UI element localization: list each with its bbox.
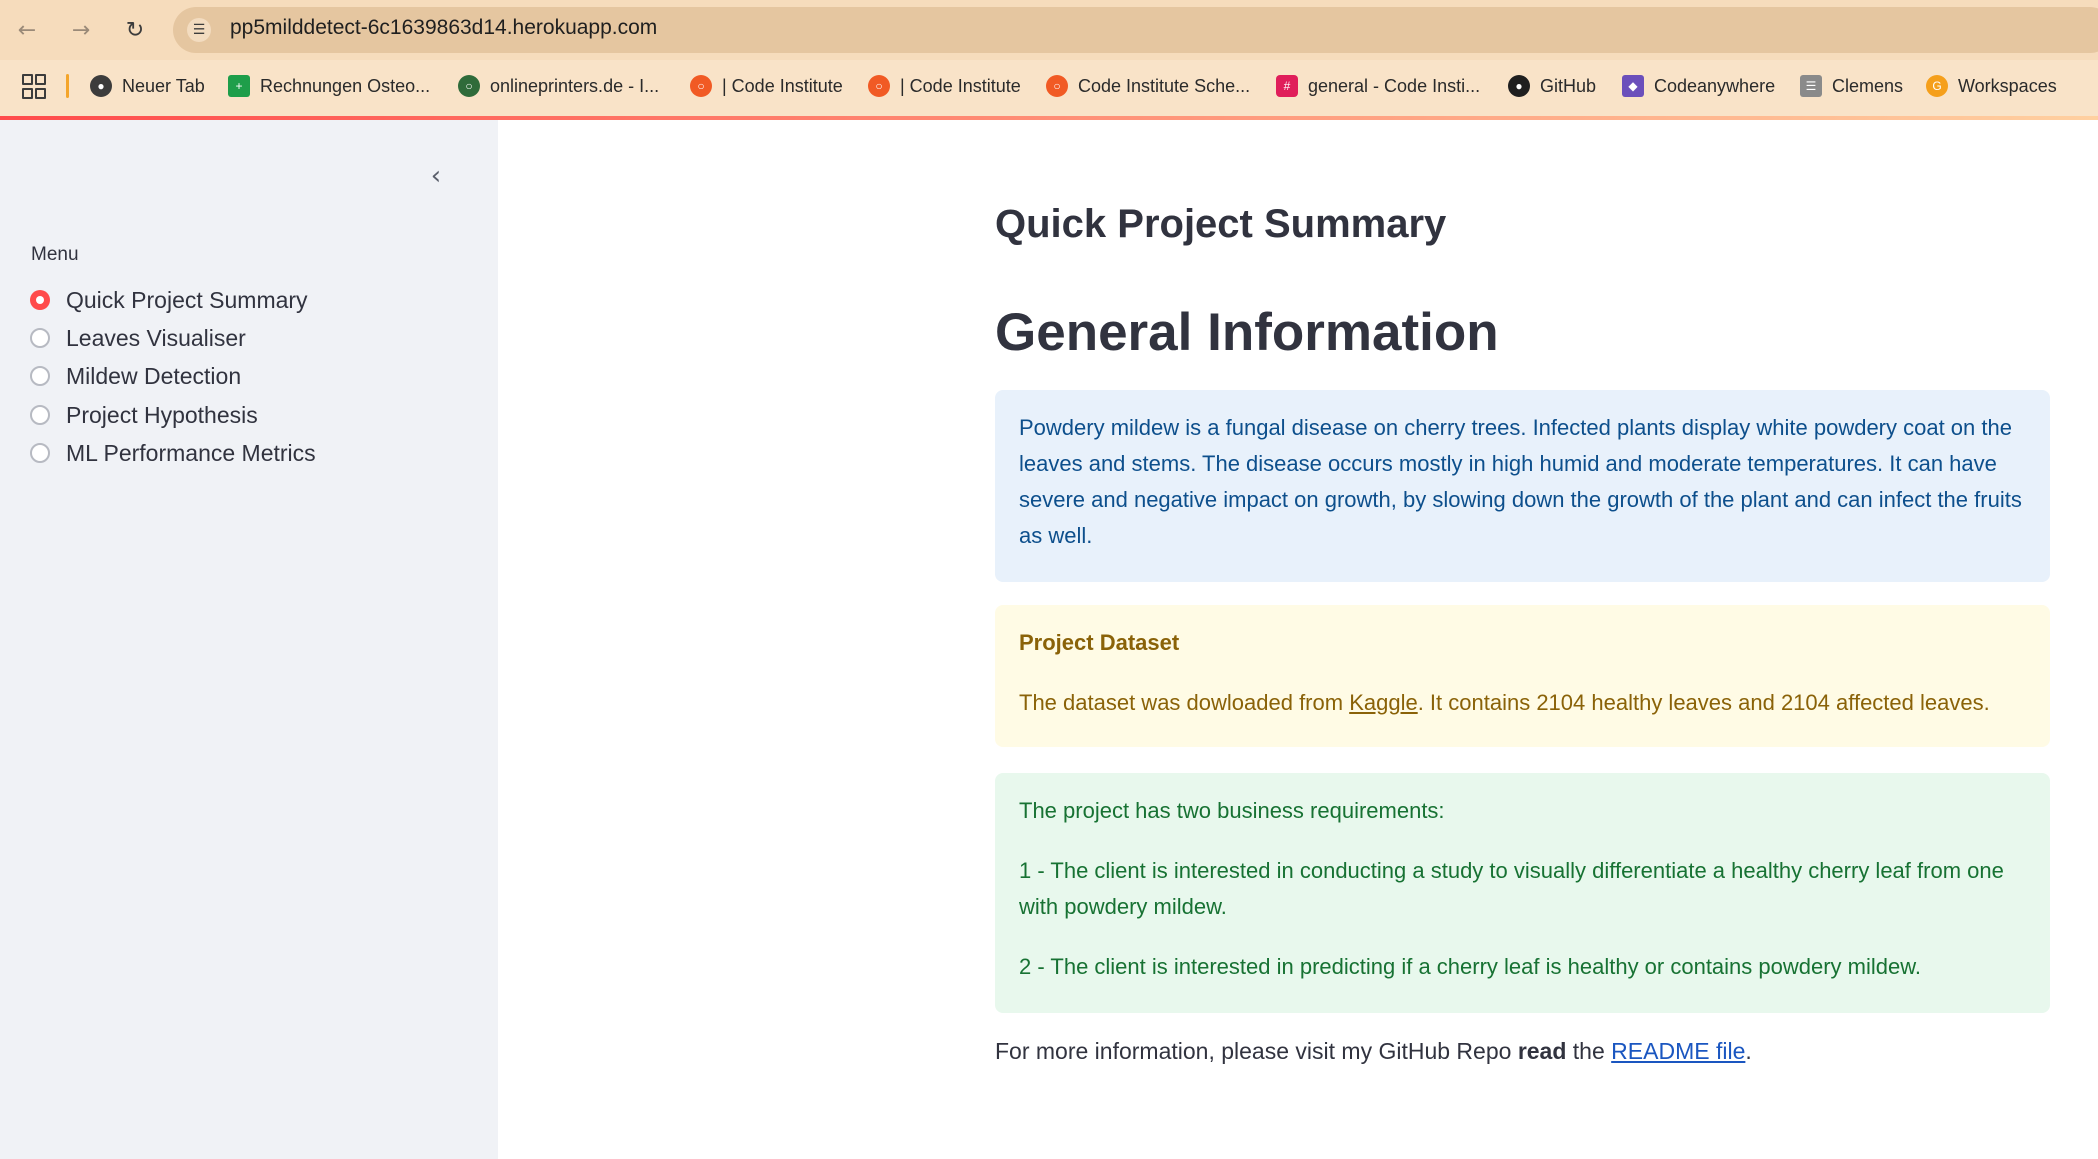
requirement-2: 2 - The client is interested in predicti…	[1019, 954, 1922, 979]
bookmarks-separator	[66, 74, 69, 98]
footer-text-mid: the	[1566, 1038, 1612, 1064]
bookmark-code-institute-schedule[interactable]: ○ Code Institute Sche...	[1046, 72, 1250, 100]
bookmark-workspaces[interactable]: G Workspaces	[1926, 72, 2057, 100]
sidebar-item-label: Mildew Detection	[66, 362, 242, 389]
codeanywhere-icon: ◆	[1622, 75, 1644, 97]
forward-icon[interactable]: →	[64, 13, 98, 47]
radio-unselected-icon[interactable]	[30, 328, 50, 348]
browser-chrome: ← → ↻ ☰ pp5milddetect-6c1639863d14.herok…	[0, 0, 2098, 117]
github-icon: ●	[1508, 75, 1530, 97]
requirement-1: 1 - The client is interested in conducti…	[1019, 858, 2004, 919]
dataset-title: Project Dataset	[1019, 630, 1180, 655]
requirements-callout: The project has two business requirement…	[995, 773, 2050, 1013]
bookmark-label: onlineprinters.de - I...	[490, 75, 660, 96]
omnibox[interactable]: ☰ pp5milddetect-6c1639863d14.herokuapp.c…	[173, 7, 2098, 53]
code-institute-icon: ○	[690, 75, 712, 97]
bookmark-label: GitHub	[1540, 75, 1597, 96]
apps-grid-icon[interactable]	[22, 74, 46, 99]
bookmark-label: Rechnungen Osteo...	[260, 75, 431, 96]
url-text[interactable]: pp5milddetect-6c1639863d14.herokuapp.com	[230, 16, 657, 40]
footer-text-before: For more information, please visit my Gi…	[995, 1038, 1518, 1064]
bookmark-clemens[interactable]: ☰ Clemens	[1800, 72, 1903, 100]
bookmark-rechnungen[interactable]: + Rechnungen Osteo...	[228, 72, 430, 100]
collapse-sidebar-chevron-left-icon[interactable]: ‹	[420, 160, 452, 192]
bookmark-code-institute-2[interactable]: ○ | Code Institute	[868, 72, 1021, 100]
dataset-text-before: The dataset was dowloaded from	[1019, 690, 1350, 715]
code-institute-icon: ○	[868, 75, 890, 97]
radio-unselected-icon[interactable]	[30, 366, 50, 386]
sidebar-item-project-hypothesis[interactable]: Project Hypothesis	[30, 399, 258, 431]
reload-icon[interactable]: ↻	[118, 13, 152, 47]
back-icon[interactable]: ←	[10, 13, 44, 47]
requirements-intro: The project has two business requirement…	[1019, 798, 1445, 823]
main-content: Quick Project Summary General Informatio…	[498, 120, 2098, 1159]
bookmarks-bar: ● Neuer Tab + Rechnungen Osteo... ○ onli…	[0, 66, 2098, 106]
bookmark-label: Clemens	[1832, 75, 1904, 96]
sheets-icon: +	[228, 75, 250, 97]
kaggle-link[interactable]: Kaggle	[1349, 690, 1418, 715]
radio-unselected-icon[interactable]	[30, 443, 50, 463]
onlineprinters-icon: ○	[458, 75, 480, 97]
bookmark-label: | Code Institute	[722, 75, 843, 96]
bookmark-label: Workspaces	[1958, 75, 2057, 96]
sidebar-item-quick-project-summary[interactable]: Quick Project Summary	[30, 284, 308, 316]
bookmark-onlineprinters[interactable]: ○ onlineprinters.de - I...	[458, 72, 659, 100]
readme-link[interactable]: README file	[1611, 1038, 1745, 1064]
footer-text-after: .	[1745, 1038, 1752, 1064]
sidebar: ‹ Menu Quick Project Summary Leaves Visu…	[0, 120, 498, 1159]
radio-selected-icon[interactable]	[30, 290, 50, 310]
bookmark-slack-general[interactable]: # general - Code Insti...	[1276, 72, 1480, 100]
sidebar-item-label: Project Hypothesis	[66, 401, 258, 428]
bookmark-github[interactable]: ● GitHub	[1508, 72, 1596, 100]
menu-label: Menu	[31, 244, 79, 265]
sidebar-item-label: Leaves Visualiser	[66, 324, 246, 351]
sidebar-item-label: ML Performance Metrics	[66, 439, 316, 466]
sidebar-item-ml-performance-metrics[interactable]: ML Performance Metrics	[30, 437, 316, 469]
workspaces-icon: G	[1926, 75, 1948, 97]
bookmark-code-institute-1[interactable]: ○ | Code Institute	[690, 72, 843, 100]
info-callout: Powdery mildew is a fungal disease on ch…	[995, 390, 2050, 582]
bookmark-label: Code Institute Sche...	[1078, 75, 1251, 96]
globe-icon: ●	[90, 75, 112, 97]
code-institute-icon: ○	[1046, 75, 1068, 97]
info-text: Powdery mildew is a fungal disease on ch…	[1019, 415, 2022, 548]
page-title: General Information	[995, 303, 1499, 362]
bookmark-codeanywhere[interactable]: ◆ Codeanywhere	[1622, 72, 1775, 100]
bookmark-label: Neuer Tab	[122, 75, 205, 96]
footer-bold: read	[1517, 1038, 1567, 1064]
clemens-icon: ☰	[1800, 75, 1822, 97]
slack-icon: #	[1276, 75, 1298, 97]
bookmark-label: | Code Institute	[900, 75, 1021, 96]
radio-unselected-icon[interactable]	[30, 405, 50, 425]
bookmark-label: Codeanywhere	[1654, 75, 1776, 96]
sidebar-item-label: Quick Project Summary	[66, 286, 308, 313]
page-subheader: Quick Project Summary	[995, 202, 1447, 246]
bookmark-label: general - Code Insti...	[1308, 75, 1481, 96]
sidebar-item-mildew-detection[interactable]: Mildew Detection	[30, 360, 241, 392]
dataset-text: The dataset was dowloaded from Kaggle. I…	[1019, 685, 2026, 721]
dataset-callout: Project Dataset The dataset was dowloade…	[995, 605, 2050, 747]
footer-text: For more information, please visit my Gi…	[995, 1038, 1752, 1065]
address-bar-row: ← → ↻ ☰ pp5milddetect-6c1639863d14.herok…	[0, 0, 2098, 60]
site-info-icon[interactable]: ☰	[187, 18, 211, 42]
bookmark-neuer-tab[interactable]: ● Neuer Tab	[90, 72, 205, 100]
sidebar-item-leaves-visualiser[interactable]: Leaves Visualiser	[30, 322, 246, 354]
dataset-text-after: . It contains 2104 healthy leaves and 21…	[1417, 690, 1990, 715]
